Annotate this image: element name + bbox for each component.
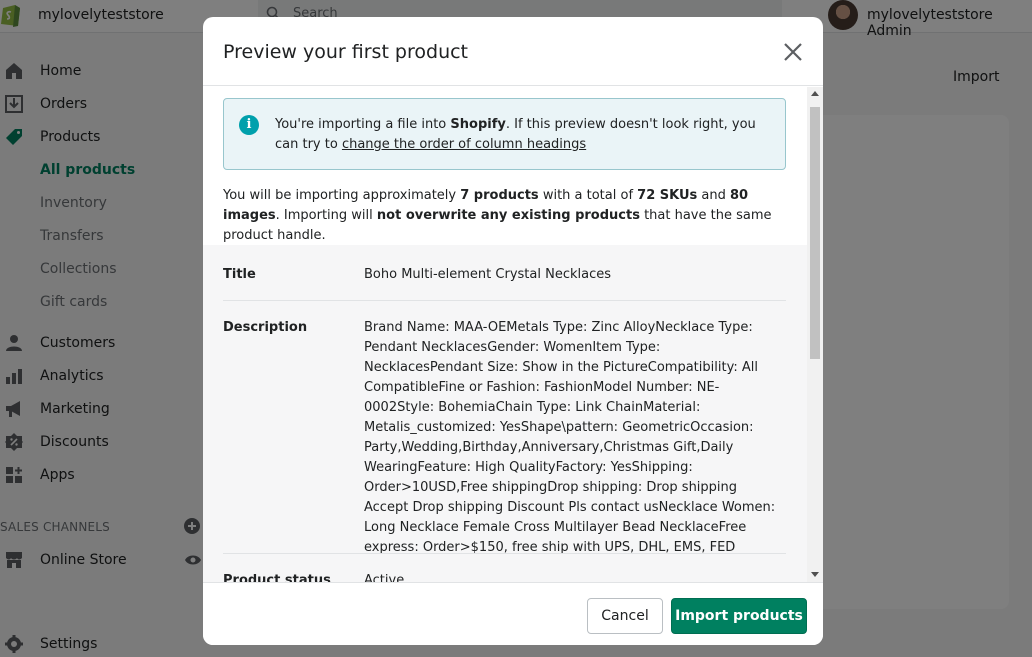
modal-body: i You're importing a file into Shopify. … xyxy=(203,87,807,582)
modal-scrollbar[interactable] xyxy=(807,87,823,582)
summary-text: You will be importing approximately xyxy=(223,188,461,203)
preview-modal: Preview your first product i You're impo… xyxy=(203,17,823,645)
field-value-title: Boho Multi-element Crystal Necklaces xyxy=(364,267,611,282)
close-icon xyxy=(784,43,802,61)
product-count: 7 products xyxy=(460,188,539,203)
banner-brand: Shopify xyxy=(450,117,506,132)
info-icon: i xyxy=(239,115,259,135)
divider xyxy=(223,553,786,554)
banner-text-prefix: You're importing a file into xyxy=(275,117,451,132)
field-value-description: Brand Name: MAA-OEMetals Type: Zinc Allo… xyxy=(364,320,776,555)
summary-text: with a total of xyxy=(538,188,638,203)
info-banner: i You're importing a file into Shopify. … xyxy=(223,98,786,170)
field-label-title: Title xyxy=(223,267,256,282)
modal-footer: Cancel Import products xyxy=(203,582,823,645)
import-summary: You will be importing approximately 7 pr… xyxy=(223,186,793,246)
scroll-down-arrow-icon[interactable] xyxy=(811,572,819,577)
scroll-up-arrow-icon[interactable] xyxy=(811,91,819,96)
import-products-button[interactable]: Import products xyxy=(671,598,807,634)
product-preview: Title Boho Multi-element Crystal Necklac… xyxy=(203,245,807,582)
field-label-description: Description xyxy=(223,320,308,335)
summary-text: and xyxy=(697,188,731,203)
summary-text: . Importing will xyxy=(275,208,377,223)
field-label-status: Product status xyxy=(223,573,331,582)
sku-count: 72 SKUs xyxy=(637,188,698,203)
scroll-thumb[interactable] xyxy=(810,107,820,359)
divider xyxy=(223,300,786,301)
field-value-status: Active xyxy=(364,573,405,582)
banner-text: You're importing a file into Shopify. If… xyxy=(275,115,770,155)
modal-header: Preview your first product xyxy=(203,17,823,86)
cancel-button[interactable]: Cancel xyxy=(587,598,663,634)
modal-title: Preview your first product xyxy=(223,41,469,63)
close-button[interactable] xyxy=(780,39,806,65)
overwrite-notice: not overwrite any existing products xyxy=(376,208,640,223)
change-column-order-link[interactable]: change the order of column headings xyxy=(342,137,586,152)
